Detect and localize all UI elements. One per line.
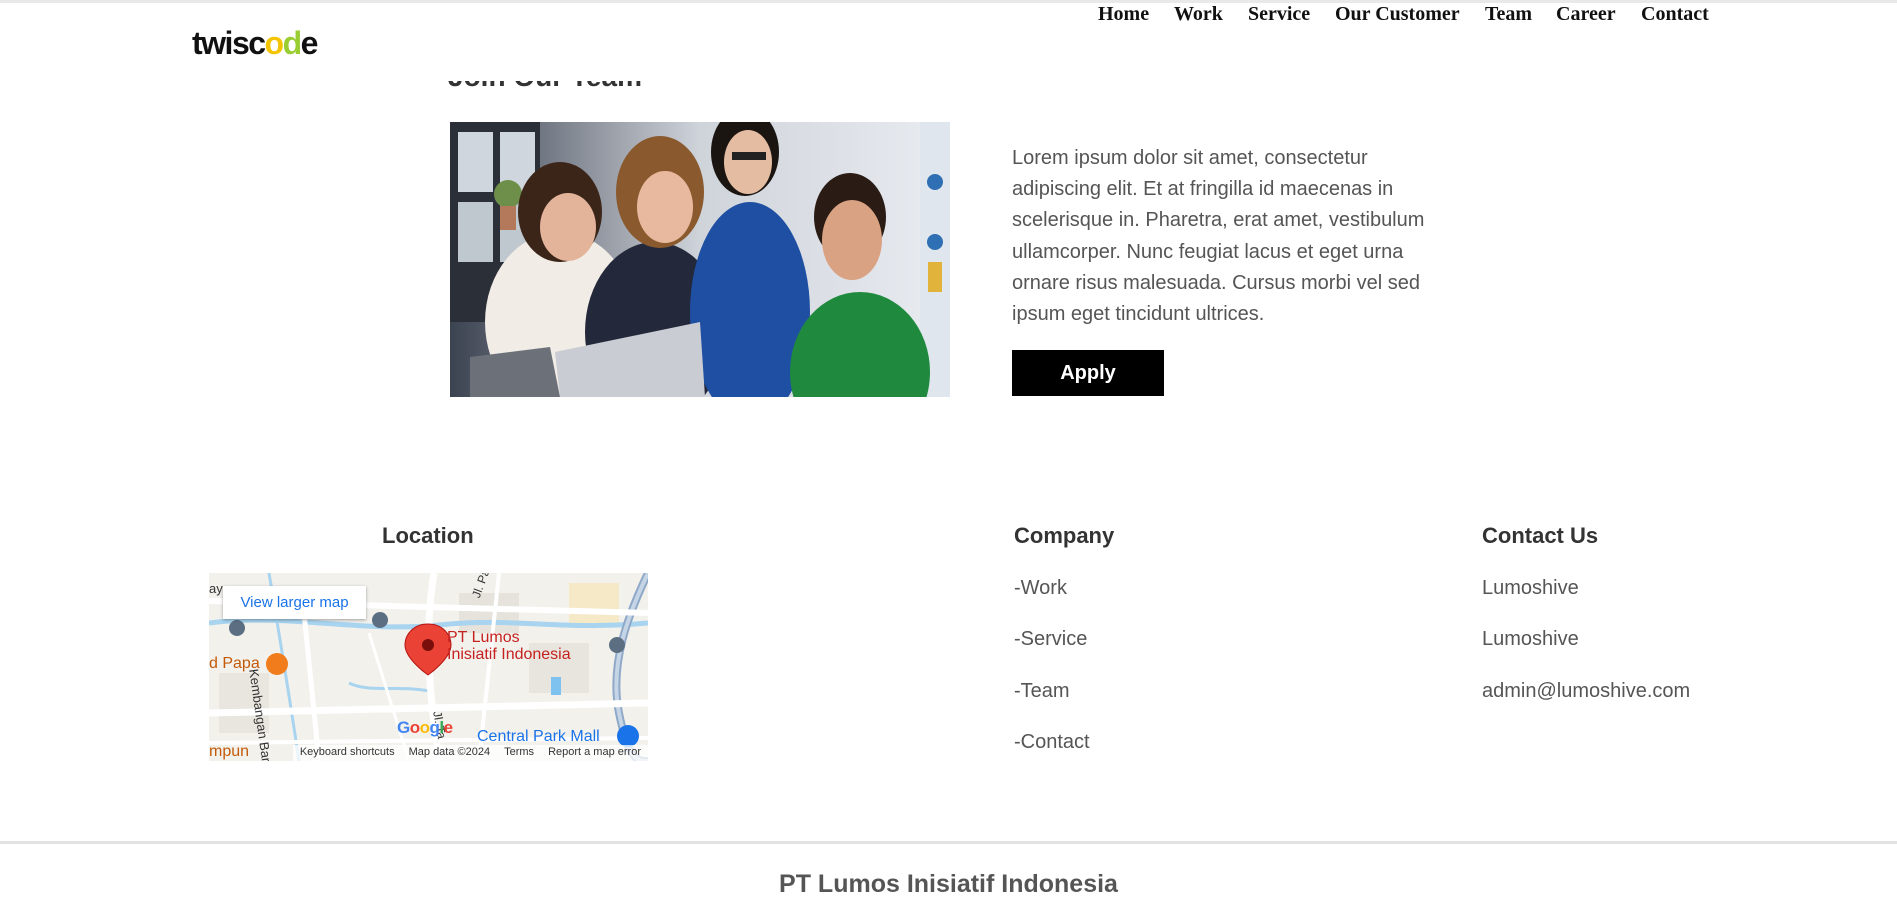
- team-photo: [450, 122, 950, 397]
- svg-text:twiscode: twiscode: [192, 25, 318, 61]
- contact-line-2: Lumoshive: [1482, 628, 1579, 650]
- contact-email[interactable]: admin@lumoshive.com: [1482, 680, 1690, 703]
- view-larger-map-link[interactable]: View larger map: [223, 586, 366, 619]
- google-logo: Google: [397, 718, 453, 737]
- footer-link-work[interactable]: -Work: [1014, 577, 1067, 600]
- contact-line-1: Lumoshive: [1482, 577, 1579, 599]
- join-description: Lorem ipsum dolor sit amet, consectetur …: [1012, 147, 1425, 326]
- nav-work[interactable]: Work: [1174, 3, 1223, 26]
- location-title: Location: [382, 523, 474, 548]
- map-place-name-line2: Inisiatif Indonesia: [447, 646, 571, 663]
- apply-button[interactable]: Apply: [1012, 350, 1164, 396]
- embedded-map[interactable]: View larger map PT Lumos Inisiatif Indon…: [209, 573, 648, 761]
- nav-our-customer[interactable]: Our Customer: [1335, 3, 1460, 26]
- footer-link-service[interactable]: -Service: [1014, 628, 1087, 651]
- map-keyboard-shortcuts[interactable]: Keyboard shortcuts: [292, 745, 402, 761]
- company-title: Company: [1014, 523, 1115, 548]
- footer-divider: [0, 841, 1897, 844]
- map-poi-mall[interactable]: Central Park Mall: [477, 728, 600, 746]
- nav-career[interactable]: Career: [1556, 3, 1616, 26]
- footer-link-team[interactable]: -Team: [1014, 680, 1070, 703]
- nav-home[interactable]: Home: [1098, 3, 1149, 26]
- footer-copyright: PT Lumos Inisiatif Indonesia: [779, 870, 1118, 898]
- site-header: twiscode Home Work Service Our Customer …: [0, 3, 1897, 81]
- map-data-credit: Map data ©2024: [401, 745, 498, 761]
- map-corner-label: ay: [209, 581, 223, 596]
- twiscode-logo[interactable]: twiscode: [192, 25, 342, 61]
- nav-service[interactable]: Service: [1248, 3, 1310, 26]
- nav-team[interactable]: Team: [1485, 3, 1532, 26]
- map-terms-link[interactable]: Terms: [497, 745, 542, 761]
- footer-link-contact[interactable]: -Contact: [1014, 731, 1090, 754]
- map-attribution-bar: Keyboard shortcuts Map data ©2024 Terms …: [209, 745, 648, 761]
- map-place-name-line1: PT Lumos: [447, 629, 520, 646]
- nav-contact[interactable]: Contact: [1641, 3, 1709, 26]
- contact-title: Contact Us: [1482, 523, 1599, 548]
- map-report-error-link[interactable]: Report a map error: [541, 745, 648, 761]
